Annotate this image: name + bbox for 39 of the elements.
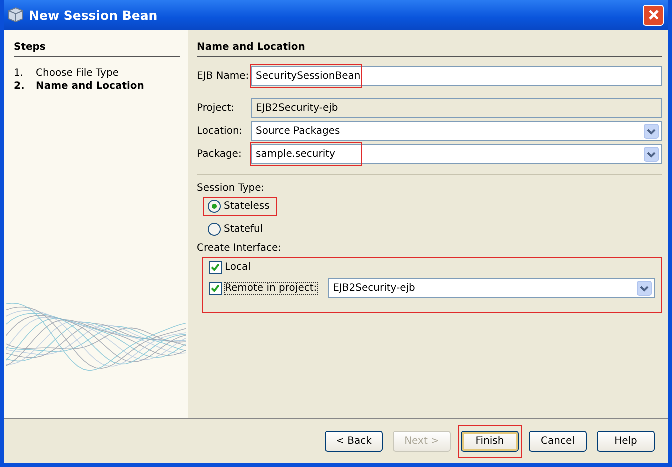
field-label: Location: bbox=[197, 126, 244, 136]
checkbox-label: Local bbox=[225, 262, 251, 273]
checkmark-icon bbox=[210, 262, 221, 273]
cube-icon bbox=[8, 7, 24, 23]
field-value: sample.security bbox=[256, 148, 336, 160]
field-value: EJB2Security-ejb bbox=[256, 102, 338, 114]
dialog-button[interactable]: Cancel bbox=[529, 430, 587, 452]
radio-label: Stateful bbox=[224, 224, 264, 235]
step-number: 2. bbox=[14, 81, 26, 92]
field-label: Package: bbox=[197, 148, 243, 160]
steps-heading: Steps bbox=[14, 42, 180, 57]
radio-label: Stateless bbox=[224, 201, 270, 212]
field-label: Project: bbox=[197, 102, 236, 114]
step-label: Choose File Type bbox=[36, 68, 119, 79]
dropdown[interactable]: sample.security bbox=[251, 144, 662, 164]
section-label: Session Type: bbox=[197, 183, 266, 194]
dropdown[interactable]: EJB2Security-ejb bbox=[328, 278, 655, 298]
field-label: EJB Name: bbox=[197, 70, 250, 82]
radio-button[interactable] bbox=[208, 223, 221, 236]
checkmark-icon bbox=[210, 282, 221, 294]
step-label: Name and Location bbox=[36, 81, 144, 92]
checkbox[interactable] bbox=[209, 282, 222, 294]
dialog-button[interactable]: < Back bbox=[325, 430, 383, 452]
input-field[interactable]: SecuritySessionBean bbox=[251, 66, 662, 86]
checkbox-label: Remote in project: bbox=[225, 282, 318, 294]
checkbox[interactable] bbox=[209, 261, 222, 274]
field-value: EJB2Security-ejb bbox=[333, 282, 416, 294]
close-button[interactable] bbox=[643, 4, 664, 26]
panel-heading: Name and Location bbox=[197, 42, 662, 57]
close-icon bbox=[648, 9, 660, 21]
radio-button[interactable] bbox=[208, 200, 221, 213]
step-number: 1. bbox=[14, 68, 25, 79]
dialog-button[interactable]: Help bbox=[597, 430, 655, 452]
window-title: New Session Bean bbox=[29, 8, 159, 22]
dropdown[interactable]: Source Packages bbox=[251, 121, 662, 141]
field-value: Source Packages bbox=[256, 126, 342, 136]
section-label: Create Interface: bbox=[197, 243, 283, 254]
field-value: SecuritySessionBean bbox=[256, 70, 361, 82]
dialog-button[interactable]: Finish bbox=[461, 430, 519, 452]
